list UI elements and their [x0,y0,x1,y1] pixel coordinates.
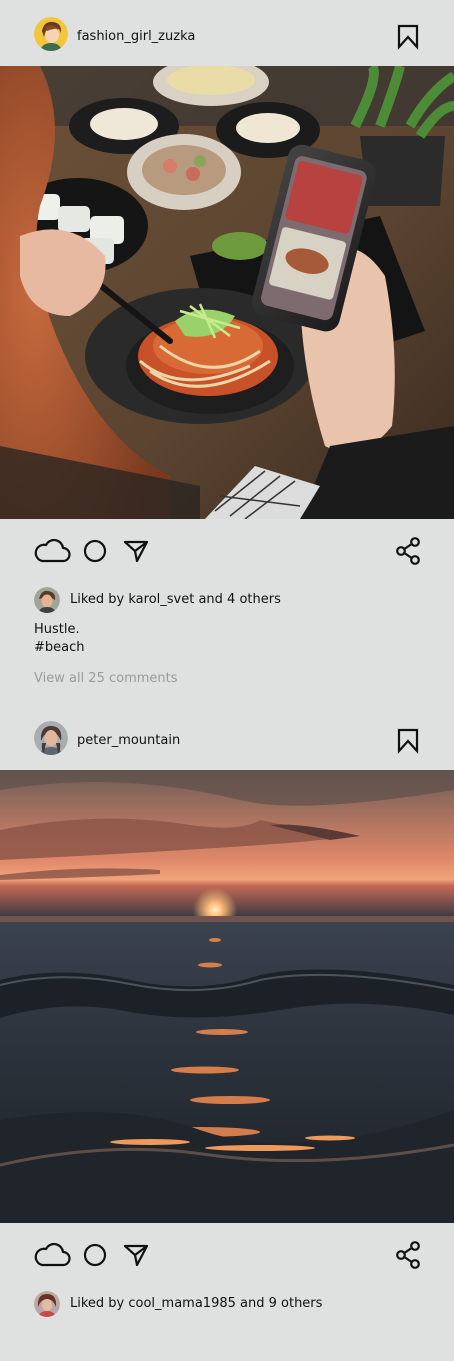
avatar[interactable] [34,1291,60,1317]
caption-text: Hustle. [34,622,80,637]
bookmark-icon[interactable] [396,728,420,754]
post-header: fashion_girl_zuzka [0,0,454,66]
bookmark-icon[interactable] [396,24,420,50]
post-image-food[interactable] [0,66,454,519]
post-actions [0,533,454,573]
caption: Hustle. #beach [34,621,85,657]
avatar[interactable] [34,17,68,51]
post-actions [0,1237,454,1277]
circle-icon[interactable] [83,539,107,567]
hashtag[interactable]: #beach [34,639,85,657]
username[interactable]: fashion_girl_zuzka [77,29,195,45]
post-header: peter_mountain [0,704,454,770]
likes-row: Liked by karol_svet and 4 others [0,587,454,613]
send-icon[interactable] [123,1243,149,1271]
share-icon[interactable] [395,537,421,569]
share-icon[interactable] [395,1241,421,1273]
post-image-sunset[interactable] [0,770,454,1223]
send-icon[interactable] [123,539,149,567]
likes-row: Liked by cool_mama1985 and 9 others [0,1291,454,1317]
cloud-icon[interactable] [33,1240,71,1272]
cloud-icon[interactable] [33,536,71,568]
avatar[interactable] [34,587,60,613]
avatar[interactable] [34,721,68,755]
post-2: peter_mountain Liked by cool_mama1985 an… [0,704,454,1361]
view-comments-link[interactable]: View all 25 comments [34,671,178,686]
likes-text[interactable]: Liked by karol_svet and 4 others [70,592,281,608]
likes-text[interactable]: Liked by cool_mama1985 and 9 others [70,1296,322,1312]
post-1: fashion_girl_zuzka Liked by karol_svet a… [0,0,454,700]
circle-icon[interactable] [83,1243,107,1271]
username[interactable]: peter_mountain [77,733,180,749]
